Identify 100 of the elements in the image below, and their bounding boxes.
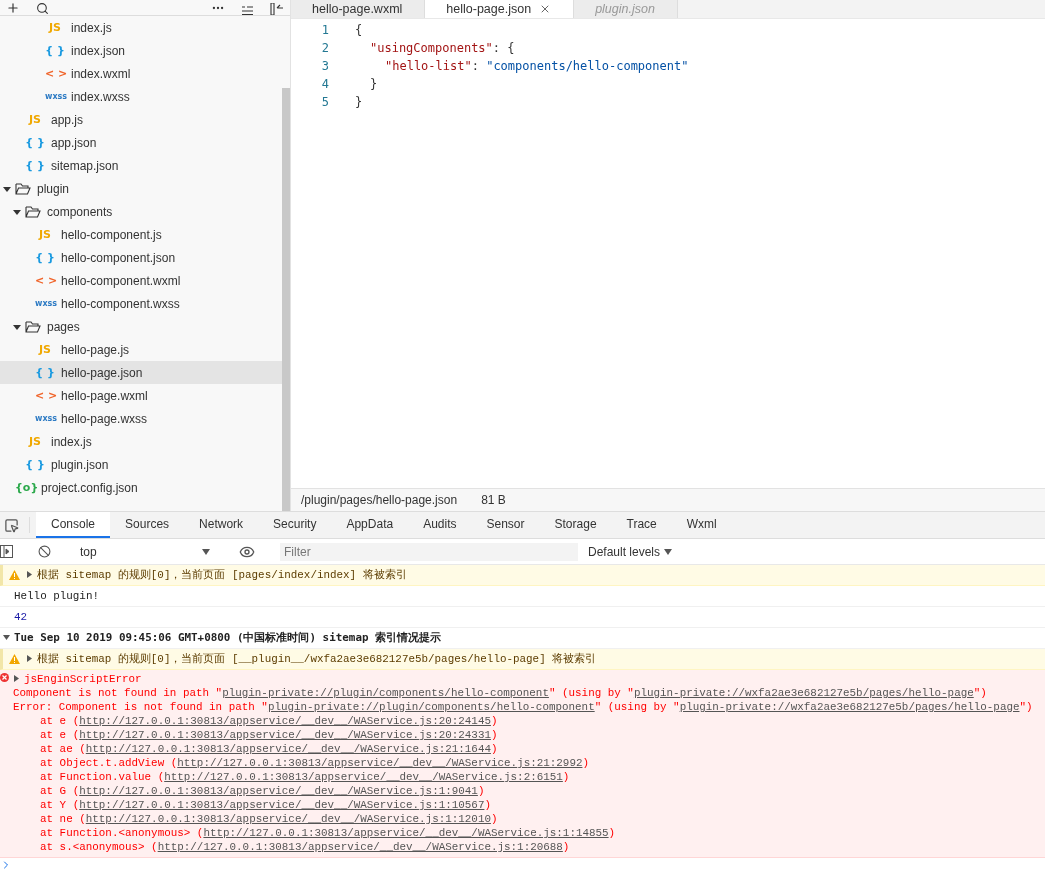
file-row[interactable]: wxss hello-page.wxss: [0, 407, 282, 430]
sidebar-toggle-icon[interactable]: [0, 545, 13, 558]
file-row[interactable]: wxss index.wxss: [0, 85, 282, 108]
source-link[interactable]: http://127.0.0.1:30813/appservice/__dev__/WAService.js:2:6151: [164, 771, 563, 783]
file-path: /plugin/pages/hello-page.json: [301, 493, 458, 507]
warning-text: 根据 sitemap 的规则[0]，当前页面 [pages/index/index] 将被索引: [37, 568, 407, 582]
source-link[interactable]: http://127.0.0.1:30813/appservice/__dev__/WAService.js:21:1644: [85, 743, 491, 755]
devtools-tab[interactable]: Security: [258, 512, 332, 538]
source-link[interactable]: plugin-private://plugin/components/hello-component: [267, 701, 595, 713]
source-link[interactable]: http://127.0.0.1:30813/appservice/__dev__/WAService.js:20:24331: [79, 729, 491, 741]
folder-row[interactable]: plugin: [0, 177, 282, 200]
source-link[interactable]: http://127.0.0.1:30813/appservice/__dev__/WAService.js:20:24145: [79, 715, 491, 727]
editor-tab[interactable]: hello-page.wxml: [291, 0, 426, 18]
file-row[interactable]: JS hello-component.js: [0, 223, 282, 246]
file-type-icon: { }: [35, 251, 55, 264]
editor-tab[interactable]: hello-page.json: [425, 0, 575, 18]
source-link[interactable]: http://127.0.0.1:30813/appservice/__dev__/WAService.js:1:20688: [157, 841, 563, 853]
log-levels-dropdown[interactable]: Default levels: [588, 544, 673, 559]
expand-arrow-icon[interactable]: [26, 655, 33, 662]
line-number: 4: [320, 77, 329, 91]
stack-trace-line: at G (http://127.0.0.1:30813/appservice/__dev__/WAService.js:1:9041): [39, 784, 486, 798]
inspect-icon[interactable]: [4, 517, 19, 533]
file-row[interactable]: { } app.json: [0, 131, 282, 154]
warning-text: 根据 sitemap 的规则[0]，当前页面 [__plugin__/wxfa2ae3e682127e5b/pages/hello-page] 将被索引: [37, 652, 597, 666]
warning-icon: [9, 654, 20, 664]
file-row[interactable]: { } sitemap.json: [0, 154, 282, 177]
source-link[interactable]: http://127.0.0.1:30813/appservice/__dev__/WAService.js:1:14855: [203, 827, 609, 839]
file-row[interactable]: JS app.js: [0, 108, 282, 131]
dropdown-caret-icon: [202, 548, 210, 555]
source-link[interactable]: plugin-private://wxfa2ae3e682127e5b/pages/hello-page: [633, 687, 974, 699]
line-number: 1: [320, 23, 329, 37]
warning-icon: [9, 570, 20, 580]
code-line: "usingComponents": {: [370, 41, 515, 55]
stack-trace-line: at Object.t.addView (http://127.0.0.1:30813/appservice/__dev__/WAService.js:21:2992): [39, 756, 590, 770]
file-row[interactable]: { } index.json: [0, 39, 282, 62]
expand-arrow-icon[interactable]: [13, 675, 20, 682]
group-title[interactable]: Tue Sep 10 2019 09:45:06 GMT+0800 (中国标准时间) sitemap 索引情况提示: [14, 631, 442, 645]
file-row[interactable]: wxss hello-component.wxss: [0, 292, 282, 315]
source-link[interactable]: http://127.0.0.1:30813/appservice/__dev__/WAService.js:21:2992: [177, 757, 583, 769]
error-text: Error: Component is not found in path "plugin-private://plugin/components/hello-component" (using by "plugin-private://wxfa2ae3e682127e5b/pages/hello-page"): [13, 700, 1033, 714]
source-link[interactable]: http://127.0.0.1:30813/appservice/__dev__/WAService.js:1:9041: [79, 785, 478, 797]
file-type-icon: {o}: [15, 481, 35, 494]
file-type-icon: { }: [35, 366, 55, 379]
file-row[interactable]: < > hello-component.wxml: [0, 269, 282, 292]
stack-trace-line: at Y (http://127.0.0.1:30813/appservice/__dev__/WAService.js:1:10567): [39, 798, 492, 812]
code-line: "hello-list": "components/hello-component": [385, 59, 689, 73]
expand-arrow-icon[interactable]: [3, 634, 10, 641]
filter-field[interactable]: Filter: [280, 542, 578, 561]
file-type-icon: { }: [25, 458, 45, 471]
file-row[interactable]: {o} project.config.json: [0, 476, 282, 499]
search-icon[interactable]: [36, 2, 49, 15]
devtools-tab[interactable]: Trace: [611, 512, 672, 538]
file-row[interactable]: { } hello-page.json: [0, 361, 282, 384]
file-type-icon: JS: [35, 228, 55, 241]
file-row[interactable]: < > index.wxml: [0, 62, 282, 85]
file-row[interactable]: { } hello-component.json: [0, 246, 282, 269]
stack-trace-line: at ae (http://127.0.0.1:30813/appservice/__dev__/WAService.js:21:1644): [39, 742, 499, 756]
expand-arrow-icon[interactable]: [26, 571, 33, 578]
devtools-tab[interactable]: Sensor: [471, 512, 540, 538]
stack-trace-line: at s.<anonymous> (http://127.0.0.1:30813/appservice/__dev__/WAService.js:1:20688): [39, 840, 571, 854]
sort-list-icon[interactable]: [241, 5, 254, 15]
error-title[interactable]: jsEnginScriptError: [24, 672, 142, 686]
file-type-icon: wxss: [45, 92, 65, 101]
file-row[interactable]: JS index.js: [0, 430, 282, 453]
source-link[interactable]: plugin-private://wxfa2ae3e682127e5b/pages/hello-page: [679, 701, 1020, 713]
source-link[interactable]: http://127.0.0.1:30813/appservice/__dev__/WAService.js:1:10567: [79, 799, 485, 811]
file-row[interactable]: { } plugin.json: [0, 453, 282, 476]
expand-caret-icon[interactable]: [13, 322, 21, 331]
expand-caret-icon[interactable]: [13, 207, 21, 216]
context-select[interactable]: top: [76, 544, 214, 559]
source-link[interactable]: plugin-private://plugin/components/hello-component: [222, 687, 549, 699]
collapse-panel-icon[interactable]: [270, 3, 284, 15]
file-type-icon: { }: [25, 159, 45, 172]
code-line: }: [355, 95, 363, 109]
stack-trace-line: at Function.value (http://127.0.0.1:30813/appservice/__dev__/WAService.js:2:6151): [39, 770, 571, 784]
devtools-tab[interactable]: Sources: [110, 512, 185, 538]
source-link[interactable]: http://127.0.0.1:30813/appservice/__dev__/WAService.js:1:12010: [85, 813, 491, 825]
file-type-icon: wxss: [35, 299, 55, 308]
devtools-tab[interactable]: Audits: [408, 512, 472, 538]
stack-trace-line: at Function.<anonymous> (http://127.0.0.1:30813/appservice/__dev__/WAService.js:1:14855): [39, 826, 617, 840]
folder-row[interactable]: pages: [0, 315, 282, 338]
file-row[interactable]: JS index.js: [0, 16, 282, 39]
scrollbar[interactable]: [282, 88, 290, 511]
devtools-tab[interactable]: Wxml: [671, 512, 732, 538]
expand-caret-icon[interactable]: [3, 184, 11, 193]
add-icon[interactable]: [6, 1, 20, 15]
devtools-tab[interactable]: Console: [36, 512, 111, 538]
devtools-tab[interactable]: Network: [184, 512, 259, 538]
file-row[interactable]: JS hello-page.js: [0, 338, 282, 361]
log-number: 42: [14, 610, 28, 624]
log-text: Hello plugin!: [14, 589, 99, 603]
file-type-icon: { }: [25, 136, 45, 149]
devtools-tab[interactable]: AppData: [331, 512, 409, 538]
devtools-tab[interactable]: Storage: [539, 512, 612, 538]
file-type-icon: < >: [35, 274, 55, 287]
file-row[interactable]: < > hello-page.wxml: [0, 384, 282, 407]
folder-row[interactable]: components: [0, 200, 282, 223]
file-type-icon: wxss: [35, 414, 55, 423]
clear-icon[interactable]: [38, 545, 51, 558]
error-text: Component is not found in path "plugin-private://plugin/components/hello-component" (using by "plugin-private://wxfa2ae3e682127e5b/pages/hello-page"): [13, 686, 988, 700]
